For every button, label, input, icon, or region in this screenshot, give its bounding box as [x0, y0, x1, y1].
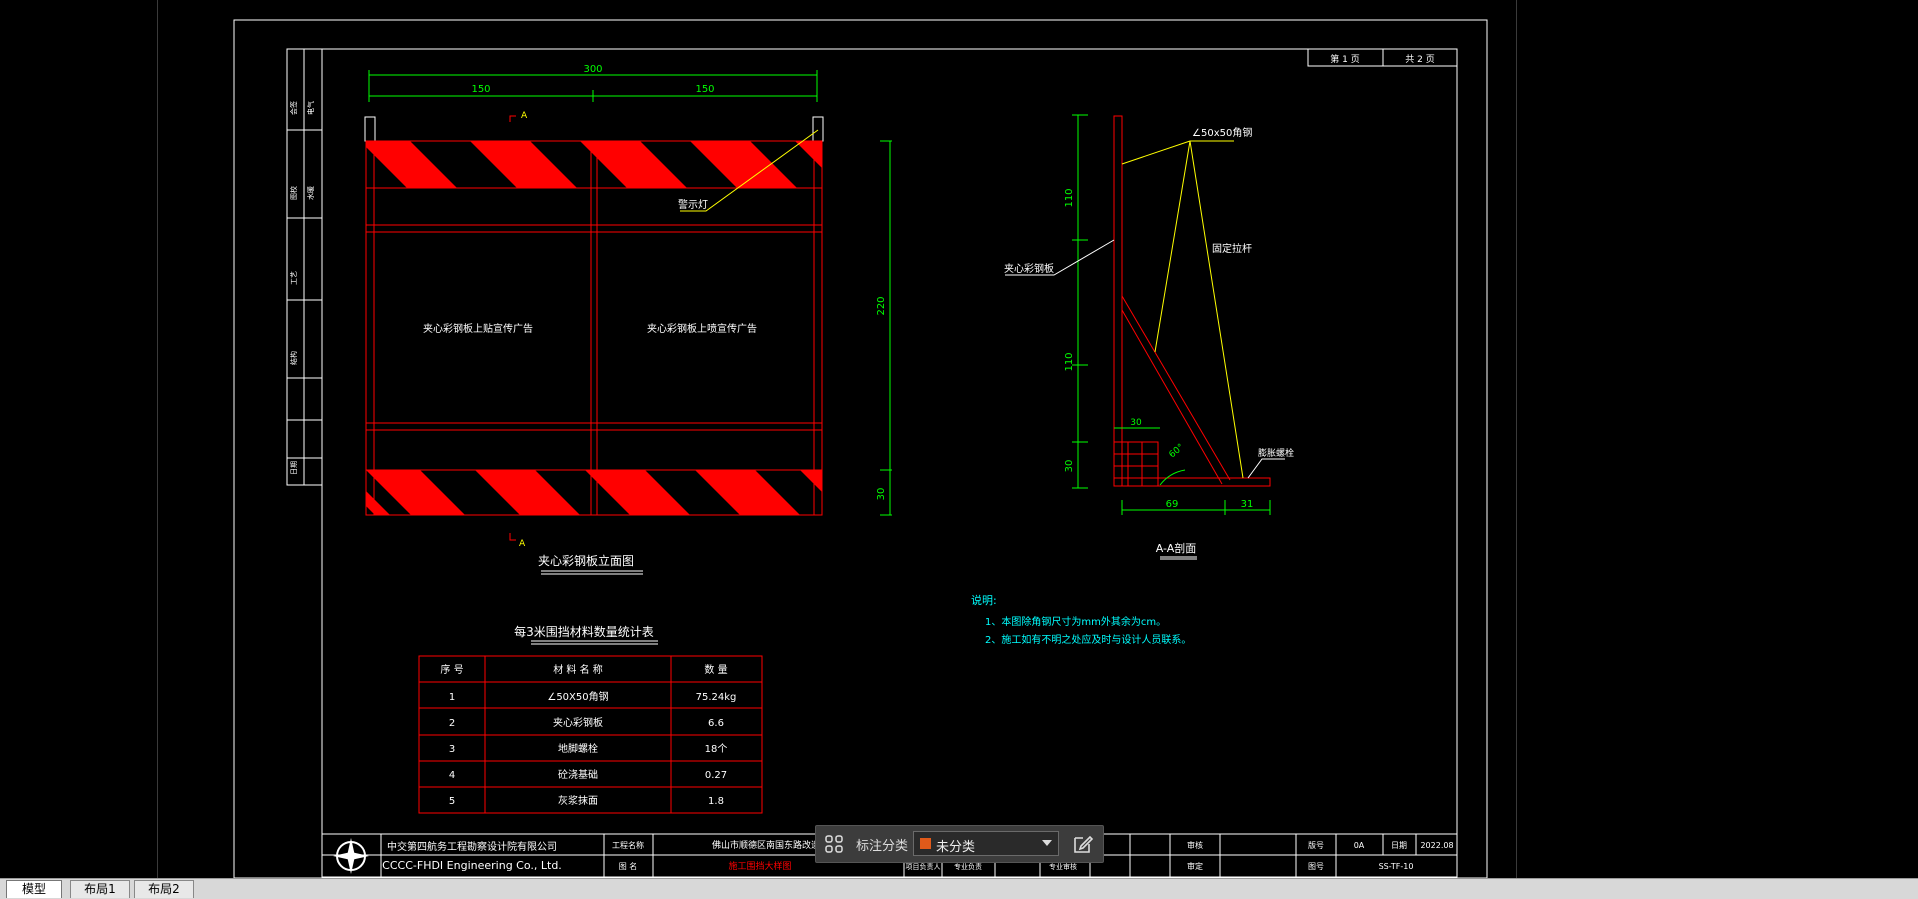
drawing-no-value: SS-TF-10	[1379, 862, 1414, 871]
date-label: 日期	[1391, 841, 1407, 850]
strip-cell-4: 结构	[289, 351, 298, 365]
audit-label: 审核	[1187, 840, 1203, 850]
elevation-title: 夹心彩钢板立面图	[538, 553, 634, 568]
strip-cell-6: 水暖	[306, 186, 315, 200]
dim-110-top: 110	[1064, 188, 1075, 207]
sheet-no-label: 第 1 页	[1330, 53, 1359, 65]
date-value: 2022.08	[1420, 841, 1453, 850]
table-cell: 18个	[705, 743, 728, 755]
dim-69: 69	[1166, 499, 1179, 510]
table-cell: 6.6	[708, 718, 724, 729]
version-value: 0A	[1354, 841, 1365, 850]
panel-left-text: 夹心彩钢板上贴宣传广告	[423, 322, 533, 335]
tab-layout2[interactable]: 布局2	[134, 880, 194, 898]
note-item-2: 2、施工如有不明之处应及时与设计人员联系。	[985, 633, 1191, 646]
table-cell: 2	[449, 718, 455, 729]
left-sign-strip: 会签 图校 工艺 结构 电气 水暖 日期	[286, 48, 323, 486]
table-cell: 夹心彩钢板	[553, 716, 603, 729]
bolt-label: 膨胀螺栓	[1258, 447, 1294, 459]
warning-light-label: 警示灯	[678, 198, 708, 211]
dim-bottom: 30	[876, 488, 887, 501]
strip-cell-7: 日期	[290, 461, 298, 475]
approve-label: 审定	[1187, 861, 1203, 871]
designer-label: 项目负责人	[906, 862, 941, 871]
cad-drawing-canvas[interactable]: 第 1 页 共 2 页 会签 图校 工艺 结构 电气 水暖 日期 300 150…	[0, 0, 1918, 878]
strip-cell-1: 会签	[289, 101, 298, 115]
table-cell: 地脚螺栓	[558, 742, 598, 755]
specialty-label: 专业审核	[1049, 862, 1077, 871]
steel-panel-label: 夹心彩钢板	[1004, 262, 1054, 275]
elevation-view: 300 150 150 A A 警示灯 夹心彩钢板上贴宣传广告 夹心彩钢板上喷宣…	[364, 64, 892, 575]
table-cell: 0.27	[705, 770, 727, 781]
category-color-swatch	[920, 838, 931, 849]
tab-model-label: 模型	[21, 882, 46, 896]
dim-31: 31	[1241, 499, 1254, 510]
dim-height: 220	[876, 296, 887, 315]
company-logo	[333, 838, 369, 874]
edit-icon[interactable]	[1072, 833, 1094, 855]
annotation-category-select[interactable]: 未分类	[913, 831, 1059, 856]
tab-model[interactable]: 模型	[6, 880, 62, 898]
material-table: 每3米围挡材料数量统计表 序 号 材 料 名 称 数 量 1 ∠50X50角钢 …	[418, 624, 763, 814]
section-title: A-A剖面	[1156, 541, 1197, 555]
table-cell: 砼浇基础	[558, 768, 598, 781]
table-title: 每3米围挡材料数量统计表	[514, 624, 654, 639]
checker-label: 专业负责	[954, 862, 982, 871]
company-name-en: CCCC-FHDI Engineering Co., Ltd.	[382, 859, 562, 872]
table-cell: 75.24kg	[696, 692, 737, 703]
note-item-1: 1、本图除角钢尺寸为mm外其余为cm。	[985, 615, 1166, 628]
version-label: 版号	[1308, 840, 1324, 850]
tab-layout1[interactable]: 布局1	[70, 880, 130, 898]
strip-cell-3: 工艺	[290, 271, 298, 285]
project-label: 工程名称	[612, 840, 644, 850]
drawing-no-label: 图号	[1308, 862, 1324, 871]
chevron-down-icon	[1042, 840, 1052, 846]
tab-layout2-label: 布局2	[148, 882, 180, 896]
notes-block: 说明: 1、本图除角钢尺寸为mm外其余为cm。 2、施工如有不明之处应及时与设计…	[971, 593, 1191, 646]
table-cell: 4	[449, 770, 455, 781]
table-cell: 5	[449, 796, 455, 807]
tab-layout1-label: 布局1	[84, 882, 116, 896]
grid-icon[interactable]	[824, 834, 844, 854]
panel-right-text: 夹心彩钢板上喷宣传广告	[647, 322, 757, 335]
table-header-qty: 数 量	[704, 663, 727, 676]
table-header-name: 材 料 名 称	[553, 663, 603, 676]
layout-tab-bar: 模型 布局1 布局2	[0, 878, 1918, 899]
table-cell: ∠50X50角钢	[547, 690, 608, 703]
annotation-category-label: 标注分类	[856, 839, 909, 854]
table-cell: 3	[449, 744, 455, 755]
total-pages-label: 共 2 页	[1405, 54, 1434, 65]
section-view: 110 110 30 60° ∠50x50角钢 固定拉杆 夹心彩钢板 膨胀螺栓 …	[1004, 114, 1294, 560]
dim-left: 150	[471, 84, 490, 95]
table-cell: 1.8	[708, 796, 724, 807]
section-mark-bottom: A	[519, 539, 526, 549]
angle-label: ∠50x50角钢	[1192, 126, 1252, 139]
table-cell: 灰浆抹面	[558, 794, 598, 807]
dim-total: 300	[583, 64, 602, 75]
company-name-cn: 中交第四航务工程勘察设计院有限公司	[387, 840, 557, 853]
dim-right: 150	[695, 84, 714, 95]
notes-heading: 说明:	[971, 593, 997, 607]
drawing-name: 施工围挡大样图	[728, 860, 791, 872]
drawing-label: 图 名	[619, 861, 638, 871]
annotation-toolbar: 标注分类 未分类	[815, 825, 1104, 863]
section-mark-top: A	[521, 111, 528, 121]
angle-deg: 60°	[1168, 442, 1187, 460]
brace-label: 固定拉杆	[1212, 242, 1252, 255]
dim-30-top: 30	[1130, 418, 1142, 428]
page-number-box: 第 1 页 共 2 页	[1307, 48, 1458, 67]
selected-category: 未分类	[936, 840, 976, 855]
table-header-no: 序 号	[440, 663, 463, 676]
drawing-sheet: 第 1 页 共 2 页 会签 图校 工艺 结构 电气 水暖 日期 300 150…	[233, 19, 1488, 878]
table-cell: 1	[449, 692, 455, 703]
strip-cell-2: 图校	[289, 186, 298, 200]
strip-cell-5: 电气	[306, 101, 315, 115]
dim-30-left: 30	[1064, 460, 1075, 473]
sheet-outer-border	[233, 19, 1488, 878]
dim-110-mid: 110	[1064, 352, 1075, 371]
